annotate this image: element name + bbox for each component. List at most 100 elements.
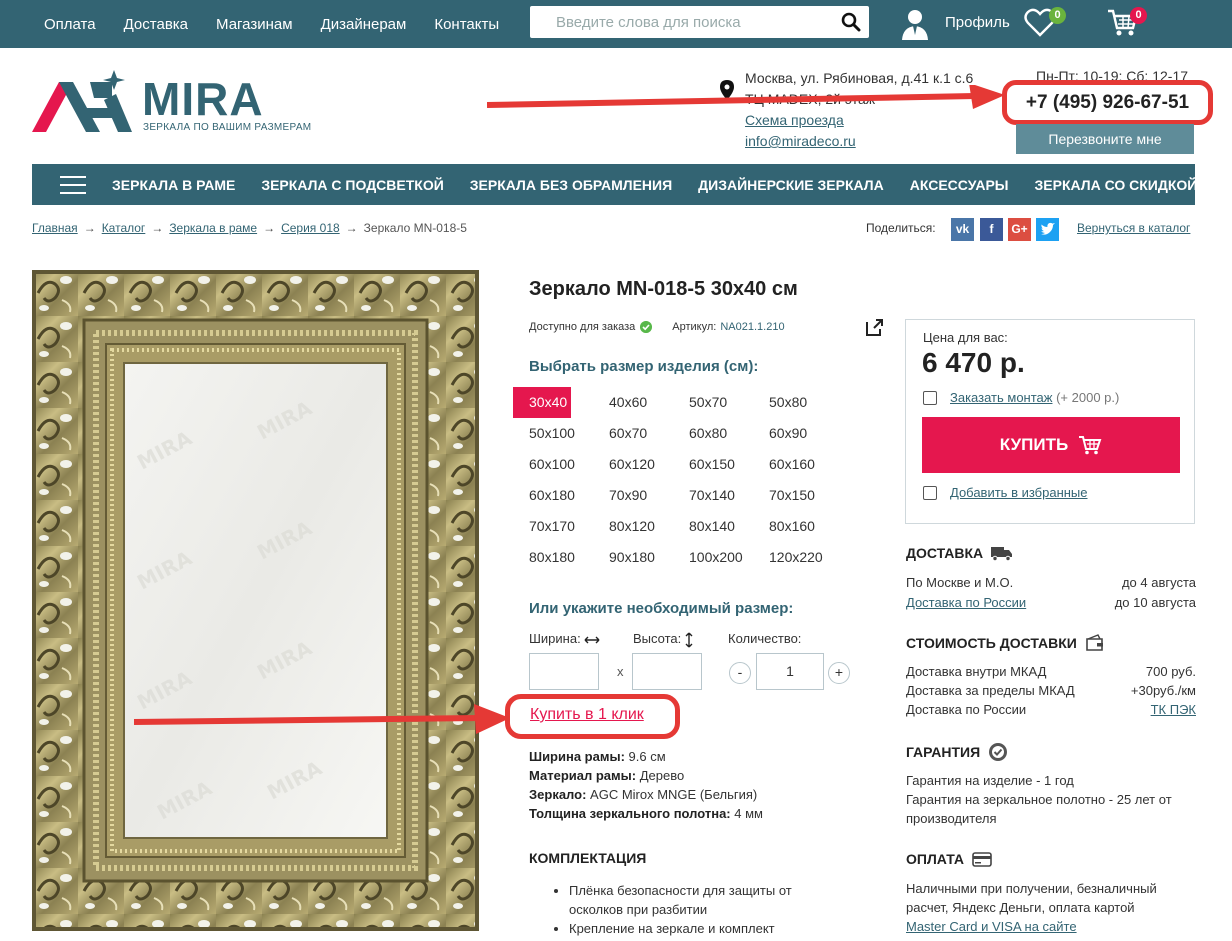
size-option-80x140[interactable]: 80x140 (673, 511, 753, 542)
annotation-arrow-one-click (134, 704, 510, 734)
nav-frameless-mirrors[interactable]: ЗЕРКАЛА БЕЗ ОБРАМЛЕНИЯ (470, 177, 672, 193)
payment-title: ОПЛАТА (906, 851, 964, 867)
sku-value: NA021.1.210 (720, 321, 785, 333)
delivery-russia-link[interactable]: Доставка по России (906, 595, 1026, 610)
facebook-share-icon[interactable]: f (980, 218, 1003, 241)
size-option-90x180[interactable]: 90x180 (593, 542, 673, 573)
size-option-60x70[interactable]: 60x70 (593, 418, 673, 449)
size-option-80x180[interactable]: 80x180 (513, 542, 593, 573)
topnav-designers[interactable]: Дизайнерам (321, 16, 407, 33)
logo-wordmark[interactable]: MIRA (142, 76, 264, 122)
size-option-70x150[interactable]: 70x150 (753, 480, 833, 511)
google-plus-share-icon[interactable]: G+ (1008, 218, 1031, 241)
quantity-decrease-button[interactable]: - (729, 662, 751, 684)
pek-carrier-link[interactable]: ТК ПЭК (1151, 702, 1196, 717)
price-box: Цена для вас: 6 470 р. Заказать монтаж (… (905, 319, 1195, 524)
breadcrumb-series[interactable]: Серия 018 (281, 221, 340, 235)
breadcrumb-home[interactable]: Главная (32, 221, 78, 235)
topnav-payment[interactable]: Оплата (44, 16, 96, 33)
twitter-share-icon[interactable] (1036, 218, 1059, 241)
size-option-60x90[interactable]: 60x90 (753, 418, 833, 449)
topnav-stores[interactable]: Магазинам (216, 16, 293, 33)
wallet-icon (1086, 634, 1103, 651)
phone-number[interactable]: +7 (495) 926-67-51 (1002, 80, 1213, 125)
add-to-favorites-link[interactable]: Добавить в избранные (950, 485, 1088, 500)
size-option-60x160[interactable]: 60x160 (753, 449, 833, 480)
spec-label: Зеркало: (529, 787, 587, 802)
search-input[interactable] (530, 6, 820, 38)
delivery-cost-title: СТОИМОСТЬ ДОСТАВКИ (906, 635, 1077, 651)
size-option-70x90[interactable]: 70x90 (593, 480, 673, 511)
external-link-icon[interactable] (865, 318, 884, 337)
install-link[interactable]: Заказать монтаж (950, 390, 1052, 405)
delivery-row-russia: Доставка по России до 10 августа (906, 595, 1196, 610)
cost-label: Доставка внутри МКАД (906, 664, 1047, 679)
buy-button[interactable]: КУПИТЬ (922, 417, 1180, 473)
product-title: Зеркало MN-018-5 30x40 см (529, 278, 798, 300)
size-option-60x80[interactable]: 60x80 (673, 418, 753, 449)
nav-discount-mirrors[interactable]: ЗЕРКАЛА СО СКИДКОЙ (1035, 177, 1198, 193)
install-option: Заказать монтаж (+ 2000 р.) (950, 390, 1119, 405)
size-option-60x100[interactable]: 60x100 (513, 449, 593, 480)
height-input[interactable] (632, 653, 702, 690)
callback-button[interactable]: Перезвоните мне (1016, 124, 1194, 154)
breadcrumb-framed[interactable]: Зеркала в раме (169, 221, 257, 235)
email-link[interactable]: info@miradeco.ru (745, 133, 856, 149)
kit-list: Плёнка безопасности для защиты от осколк… (569, 881, 819, 938)
nav-framed-mirrors[interactable]: ЗЕРКАЛА В РАМЕ (112, 177, 235, 193)
nav-accessories[interactable]: АКСЕССУАРЫ (910, 177, 1009, 193)
back-to-catalog-link[interactable]: Вернуться в каталог (1077, 221, 1190, 235)
delivery-title: ДОСТАВКА (906, 545, 984, 561)
user-icon[interactable] (900, 8, 930, 40)
availability-status: Доступно для заказа (529, 321, 636, 333)
vk-share-icon[interactable]: vk (951, 218, 974, 241)
size-option-50x100[interactable]: 50x100 (513, 418, 593, 449)
profile-link[interactable]: Профиль (945, 14, 1010, 31)
product-specs: Ширина рамы: 9.6 см Материал рамы: Дерев… (529, 747, 763, 823)
annotation-arrow-phone (487, 85, 1005, 109)
width-input[interactable] (529, 653, 599, 690)
size-option-120x220[interactable]: 120x220 (753, 542, 833, 573)
favorite-checkbox[interactable] (923, 486, 937, 500)
product-mirror-image[interactable]: MIRA MIRA MIRA MIRA MIRA MIRA MIRA MIRA (32, 270, 479, 931)
size-option-60x150[interactable]: 60x150 (673, 449, 753, 480)
topnav-delivery[interactable]: Доставка (124, 16, 188, 33)
quantity-input[interactable]: 1 (756, 653, 824, 690)
payment-card-row: Master Card и VISA на сайте (906, 917, 1196, 936)
breadcrumb-catalog[interactable]: Каталог (102, 221, 146, 235)
size-option-40x60[interactable]: 40x60 (593, 387, 673, 418)
delivery-row-moscow: По Москве и М.О. до 4 августа (906, 575, 1196, 590)
size-option-50x80[interactable]: 50x80 (753, 387, 833, 418)
install-extra-cost: (+ 2000 р.) (1056, 390, 1120, 405)
nav-designer-mirrors[interactable]: ДИЗАЙНЕРСКИЕ ЗЕРКАЛА (698, 177, 884, 193)
breadcrumb-arrow: → (345, 221, 358, 235)
quantity-label: Количество: (728, 631, 802, 646)
size-option-100x200[interactable]: 100x200 (673, 542, 753, 573)
size-option-50x70[interactable]: 50x70 (673, 387, 753, 418)
height-label-text: Высота: (633, 631, 682, 646)
credit-card-icon (972, 851, 992, 867)
nav-backlit-mirrors[interactable]: ЗЕРКАЛА С ПОДСВЕТКОЙ (261, 177, 443, 193)
warranty-mirror: Гарантия на зеркальное полотно - 25 лет … (906, 792, 1172, 826)
size-option-60x120[interactable]: 60x120 (593, 449, 673, 480)
size-option-30x40[interactable]: 30x40 (513, 387, 571, 418)
size-option-60x180[interactable]: 60x180 (513, 480, 593, 511)
search-icon[interactable] (841, 12, 861, 32)
cost-row-outside-mkad: Доставка за пределы МКАД +30руб./км (906, 683, 1196, 698)
truck-icon (991, 546, 1013, 561)
size-option-80x120[interactable]: 80x120 (593, 511, 673, 542)
size-option-70x140[interactable]: 70x140 (673, 480, 753, 511)
card-payment-link[interactable]: Master Card и VISA на сайте (906, 919, 1077, 934)
size-option-70x170[interactable]: 70x170 (513, 511, 593, 542)
spec-label: Ширина рамы: (529, 749, 625, 764)
hamburger-menu-icon[interactable] (60, 176, 86, 194)
install-checkbox[interactable] (923, 391, 937, 405)
delivery-label: По Москве и М.О. (906, 575, 1014, 590)
one-click-buy-link[interactable]: Купить в 1 клик (530, 706, 644, 724)
warranty-section-title: ГАРАНТИЯ (906, 742, 1008, 762)
width-arrows-icon (584, 636, 600, 644)
quantity-increase-button[interactable]: + (828, 662, 850, 684)
available-check-icon (640, 321, 653, 333)
size-option-80x160[interactable]: 80x160 (753, 511, 833, 542)
topnav-contacts[interactable]: Контакты (434, 16, 499, 33)
